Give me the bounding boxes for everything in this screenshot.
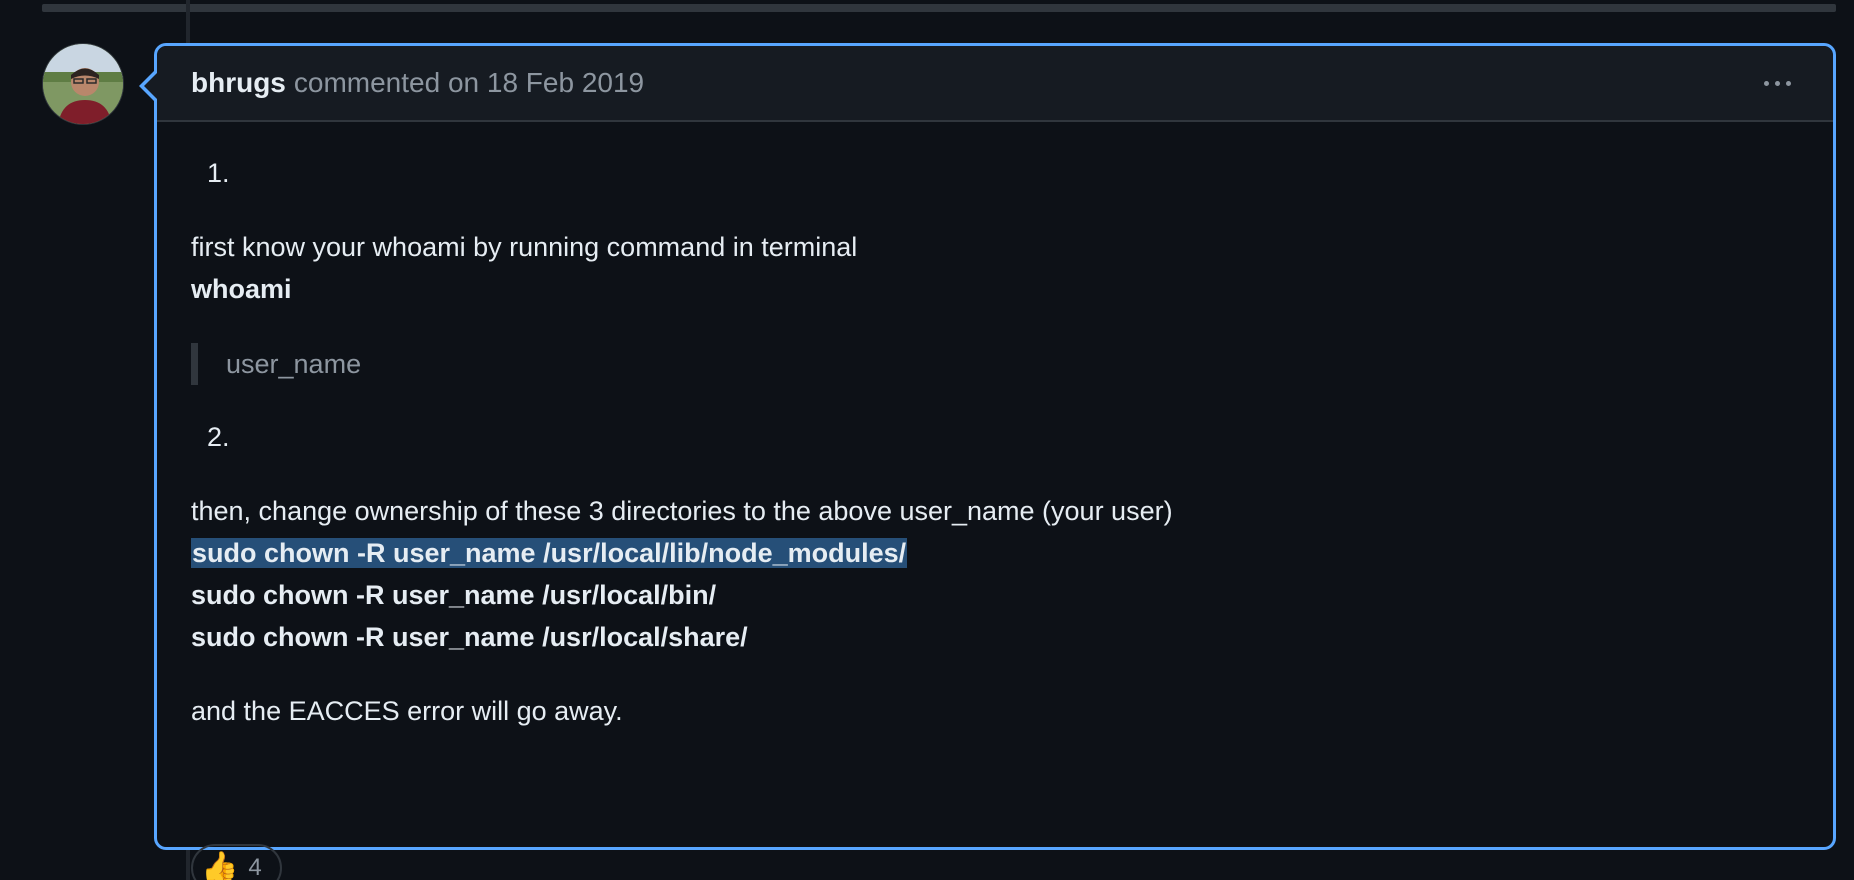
comment-card: bhrugs commented on 18 Feb 2019 1. first… [139,43,1836,880]
timeline-divider [42,4,1836,12]
step-1-text: first know your whoami by running comman… [191,232,858,262]
comment-pointer-fill [144,73,157,99]
menu-dot [1764,80,1769,86]
closing-text: and the EACCES error will go away. [191,696,623,726]
command-line-2: sudo chown -R user_name /usr/local/bin/ [191,580,717,610]
command-line-1: sudo chown -R user_name /usr/local/lib/n… [191,532,908,574]
step-2-text: then, change ownership of these 3 direct… [191,496,1173,526]
author-link[interactable]: bhrugs [191,67,286,99]
avatar[interactable] [42,43,124,125]
menu-dot [1775,80,1780,86]
quote-text: user_name [226,349,362,379]
reaction-count: 4 [248,854,262,880]
thumbs-up-reaction-button[interactable]: 👍 4 [191,844,282,880]
blockquote-user-name: user_name [191,343,361,385]
whoami-command: whoami [191,274,292,304]
github-comment-page: bhrugs commented on 18 Feb 2019 1. first… [0,0,1854,880]
list-number-2: 2. [207,422,230,452]
selected-text: sudo chown -R user_name /usr/local/lib/n… [191,538,908,568]
thumbs-up-icon: 👍 [201,851,239,880]
comment-header: bhrugs commented on 18 Feb 2019 [157,46,1833,122]
avatar-image [43,44,123,124]
kebab-horizontal-icon[interactable] [1756,73,1799,94]
comment-timestamp[interactable]: commented on 18 Feb 2019 [294,67,644,99]
menu-dot [1786,80,1791,86]
list-number-1: 1. [207,158,230,188]
command-line-3: sudo chown -R user_name /usr/local/share… [191,622,748,652]
